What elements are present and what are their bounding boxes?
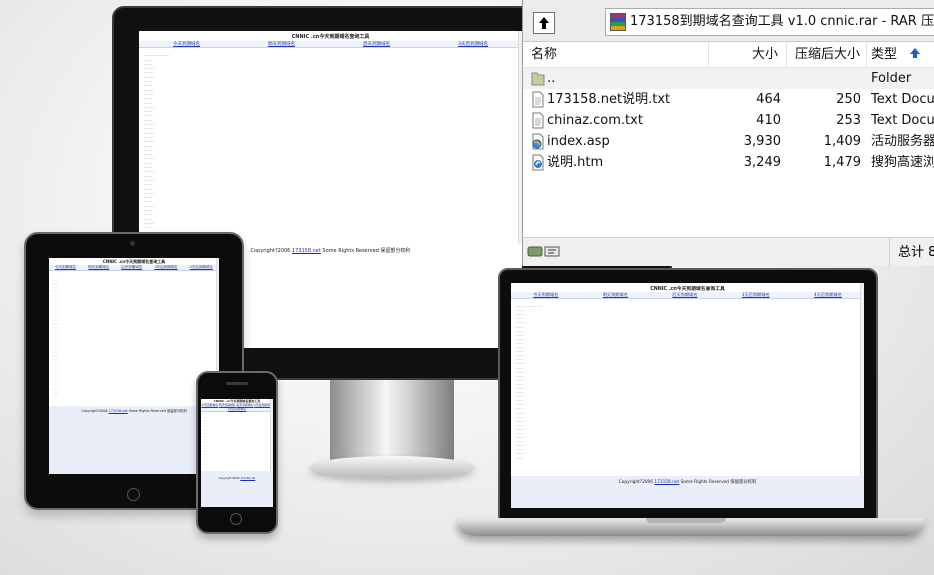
nav-link[interactable]: 4天后到期域名 — [814, 292, 842, 298]
nav-link[interactable]: 后天到期域名 — [363, 41, 390, 47]
nav-link[interactable]: 3天后到期域名 — [154, 265, 177, 270]
asp-file-icon — [532, 133, 544, 150]
up-folder-button[interactable] — [533, 12, 555, 34]
text-file-icon — [532, 112, 544, 129]
phone-screen: CNNIC .cn今天到期域名查询工具 今天到期域名 明天到期域名 后天到期域名… — [201, 399, 273, 507]
page-nav: 今天到期域名 明天到期域名 后天到期域名 3天后到期域名 4天后到期域名 — [201, 403, 273, 412]
scrollbar[interactable] — [860, 283, 864, 476]
file-row[interactable]: chinaz.com.txt 410 253 Text Document — [523, 110, 934, 131]
file-list: 名称 大小 压缩后大小 类型 .. Folder 173158.net说明.tx… — [523, 42, 934, 237]
sort-arrow-icon — [910, 48, 921, 58]
footer-link[interactable]: 173158.net — [654, 480, 679, 485]
page-nav: 今天到期域名 明天到期域名 后天到期域名 3天后到期域名 — [139, 41, 522, 48]
tablet-home-button[interactable] — [127, 488, 140, 501]
domain-list: ························ ······· ·······… — [516, 305, 542, 461]
nav-link[interactable]: 明天到期域名 — [603, 292, 628, 298]
archive-path[interactable]: 173158到期域名查询工具 v1.0 cnnic.rar - RAR 压缩文件 — [605, 8, 934, 36]
monitor-stand-base — [310, 456, 474, 478]
file-row[interactable]: index.asp 3,930 1,409 活动服务器页面 — [523, 131, 934, 152]
page-title: CNNIC .cn今天到期域名查询工具 — [291, 34, 370, 40]
nav-link[interactable]: 今天到期域名 — [533, 292, 558, 298]
nav-link[interactable]: 今天到期域名 — [55, 265, 76, 270]
folder-icon — [531, 72, 545, 86]
nav-link[interactable]: 明天到期域名 — [88, 265, 109, 270]
file-row[interactable]: .. Folder — [523, 68, 934, 89]
page-title: CNNIC .cn今天到期域名查询工具 — [650, 287, 725, 292]
nav-link[interactable]: 明天到期域名 — [268, 41, 295, 47]
winrar-window: 173158到期域名查询工具 v1.0 cnnic.rar - RAR 压缩文件… — [522, 0, 934, 267]
file-row[interactable]: 说明.htm 3,249 1,479 搜狗高速浏览器 — [523, 152, 934, 173]
file-row[interactable]: 173158.net说明.txt 464 250 Text Document — [523, 89, 934, 110]
text-file-icon — [532, 91, 544, 108]
arrow-up-icon — [539, 17, 549, 29]
nav-link[interactable]: 3天后到期域名 — [458, 41, 488, 47]
footer-link[interactable]: 173158.net — [109, 409, 128, 413]
col-name-header[interactable]: 名称 — [523, 42, 709, 68]
tablet-screen: CNNIC .cn今天到期域名查询工具 今天到期域名 明天到期域名 后天到期域名… — [49, 258, 219, 474]
monitor-stand-neck — [330, 380, 454, 466]
scrollbar[interactable] — [270, 399, 273, 471]
page-nav: 今天到期域名 明天到期域名 后天到期域名 3天后到期域名 4天后到期域名 — [511, 292, 864, 299]
col-packed-header[interactable]: 压缩后大小 — [787, 42, 867, 68]
col-size-header[interactable]: 大小 — [709, 42, 787, 68]
monitor-screen: CNNIC .cn今天到期域名查询工具 今天到期域名 明天到期域名 后天到期域名… — [139, 31, 522, 256]
page-footer: Copyright?2006 173158.net — [201, 471, 273, 507]
page-title: CNNIC .cn今天到期域名查询工具 — [102, 259, 166, 264]
domain-list: ······················· ······· ······· … — [144, 54, 170, 231]
drive-icon — [527, 246, 560, 257]
archive-title: 173158到期域名查询工具 v1.0 cnnic.rar - RAR 压缩文件 — [630, 14, 934, 29]
status-bar: 总计 8, — [523, 237, 934, 267]
nav-link[interactable]: 今天到期域名 — [201, 403, 218, 407]
footer-link[interactable]: 173158.net — [292, 248, 321, 254]
nav-link[interactable]: 4天后到期域名 — [228, 407, 247, 411]
page-footer: Copyright?2006 173158.net Some Rights Re… — [511, 476, 864, 508]
page-footer: Copyright?2006 173158.net Some Rights Re… — [49, 406, 219, 474]
html-file-icon — [532, 154, 544, 171]
list-header: 名称 大小 压缩后大小 类型 — [523, 42, 934, 68]
phone-home-button[interactable] — [230, 513, 242, 525]
col-type-header[interactable]: 类型 — [867, 42, 934, 68]
phone-speaker — [226, 382, 248, 385]
status-total: 总计 8, — [889, 238, 934, 267]
nav-link[interactable]: 后天到期域名 — [672, 292, 697, 298]
tablet-camera — [130, 241, 135, 246]
laptop-screen: CNNIC .cn今天到期域名查询工具 今天到期域名 明天到期域名 后天到期域名… — [511, 283, 864, 508]
nav-link[interactable]: 后天到期域名 — [121, 265, 142, 270]
domain-list: ······ ····· ······ ····· ······ ····· ·… — [53, 274, 59, 398]
laptop-notch — [646, 518, 726, 523]
address-bar: 173158到期域名查询工具 v1.0 cnnic.rar - RAR 压缩文件 — [523, 0, 934, 42]
nav-link[interactable]: 3天后到期域名 — [742, 292, 770, 298]
footer-link[interactable]: 173158.net — [240, 477, 255, 480]
nav-link[interactable]: 今天到期域名 — [173, 41, 200, 47]
nav-link[interactable]: 4天后到期域名 — [190, 265, 213, 270]
rar-archive-icon — [610, 13, 626, 31]
